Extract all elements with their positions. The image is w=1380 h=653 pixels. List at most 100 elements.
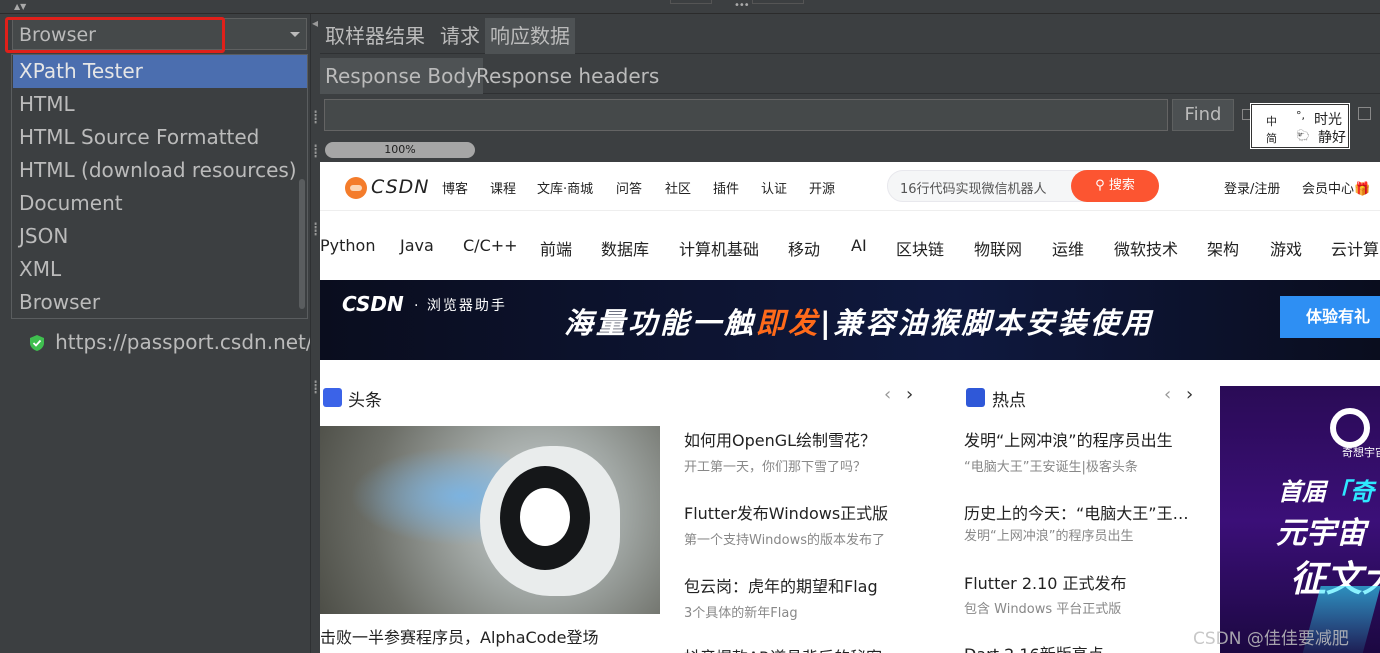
- tab-response-data[interactable]: 响应数据: [485, 18, 575, 54]
- headline-title[interactable]: 如何用OpenGL绘制雪花？: [684, 427, 876, 451]
- renderer-option[interactable]: JSON: [13, 220, 307, 253]
- panel-splitter[interactable]: ◂ ┋ ┋ ┋ ┋: [310, 14, 320, 653]
- member-center-link[interactable]: 会员中心🎁: [1302, 178, 1370, 197]
- category-link[interactable]: 架构: [1207, 236, 1239, 260]
- category-link[interactable]: 物联网: [974, 236, 1022, 260]
- renderer-option[interactable]: HTML: [13, 88, 307, 121]
- tab-request[interactable]: 请求: [435, 18, 485, 54]
- regex-checkbox[interactable]: [1358, 107, 1371, 120]
- banner-headline: 海量功能一触即发|兼容油猴脚本安装使用: [564, 300, 1154, 342]
- logo-text: CSDN: [371, 176, 430, 198]
- csdn-logo[interactable]: CSDN: [345, 176, 429, 199]
- category-link[interactable]: 运维: [1052, 236, 1084, 260]
- category-link[interactable]: 游戏: [1270, 236, 1302, 260]
- headline-title[interactable]: 包云岗：虎年的期望和Flag: [684, 573, 878, 597]
- search-button-label: 搜索: [1108, 178, 1135, 193]
- renderer-option[interactable]: Browser: [13, 286, 307, 319]
- ad-line: 元宇宙: [1276, 516, 1366, 551]
- toolbar-remnant: [670, 0, 712, 4]
- ime-skin-text: 时光: [1314, 112, 1342, 128]
- category-link[interactable]: 移动: [788, 236, 820, 260]
- tab-response-headers[interactable]: Response headers: [471, 58, 664, 94]
- promo-banner[interactable]: CSDN · 浏览器助手 海量功能一触即发|兼容油猴脚本安装使用 体验有礼: [320, 280, 1380, 360]
- hero-caption[interactable]: 击败一半参赛程序员，AlphaCode登场: [320, 624, 598, 648]
- find-button[interactable]: Find: [1172, 99, 1234, 131]
- splitter-arrow-icon[interactable]: ◂: [312, 16, 318, 30]
- renderer-option[interactable]: Document: [13, 187, 307, 220]
- hero-image[interactable]: [320, 426, 660, 614]
- chevron-left-icon[interactable]: ‹: [884, 384, 891, 405]
- hot-sub: “电脑大王”王安诞生|极客头条: [964, 460, 1138, 475]
- nav-link[interactable]: 博客: [442, 178, 468, 197]
- category-link[interactable]: 前端: [540, 236, 572, 260]
- banner-headline-highlight: 即发: [756, 306, 821, 340]
- hot-title: 热点: [992, 391, 1026, 411]
- renderer-option[interactable]: XPath Tester: [13, 55, 307, 88]
- hot-title-item[interactable]: Flutter 2.10 正式发布: [964, 570, 1127, 594]
- nav-link[interactable]: 社区: [665, 178, 691, 197]
- category-link[interactable]: AI: [851, 236, 867, 255]
- category-link[interactable]: 计算机基础: [679, 236, 759, 260]
- hot-title-item[interactable]: Dart 2.16新版亮点: [964, 641, 1104, 653]
- category-link[interactable]: 区块链: [896, 236, 944, 260]
- dropdown-scrollbar[interactable]: [299, 179, 305, 309]
- hot-title-item[interactable]: 发明“上网冲浪”的程序员出生: [964, 427, 1173, 451]
- load-progress-bar: 100%: [325, 142, 475, 158]
- ime-emoji-icon[interactable]: 🐑: [1296, 129, 1310, 142]
- drag-grip-icon[interactable]: •••: [734, 0, 750, 11]
- search-placeholder: 16行代码实现微信机器人: [900, 182, 1047, 197]
- browser-viewport: CSDN 博客 课程 文库·商城 问答 社区 插件 认证 开源 16行代码实现微…: [320, 162, 1380, 653]
- result-tree-item[interactable]: https://passport.csdn.net/ac: [30, 330, 312, 356]
- banner-headline-part: |兼容油猴脚本安装使用: [820, 306, 1154, 340]
- nav-link[interactable]: 文库·商城: [537, 178, 593, 197]
- banner-logo: CSDN: [342, 292, 404, 316]
- collapse-arrows-icon[interactable]: ▲▼: [14, 2, 26, 11]
- chevron-down-icon[interactable]: [290, 32, 300, 37]
- nav-link[interactable]: 开源: [809, 178, 835, 197]
- site-search-button[interactable]: ⚲ 搜索: [1071, 170, 1159, 202]
- chevron-right-icon[interactable]: ›: [906, 384, 913, 405]
- chevron-left-icon[interactable]: ‹: [1164, 384, 1171, 405]
- renderer-option[interactable]: HTML (download resources): [13, 154, 307, 187]
- ad-logo-icon: [1330, 408, 1370, 448]
- headline-title[interactable]: 抖音爆款AR道具背后的秘密: [684, 644, 882, 653]
- category-link[interactable]: Java: [400, 236, 434, 255]
- splitter-mark: ┋: [312, 144, 320, 158]
- banner-cta-button[interactable]: 体验有礼: [1280, 296, 1380, 338]
- category-link[interactable]: 微软技术: [1114, 236, 1178, 260]
- banner-subtitle: · 浏览器助手: [414, 298, 507, 314]
- chevron-right-icon[interactable]: ›: [1186, 384, 1193, 405]
- tab-response-body[interactable]: Response Body: [320, 58, 483, 94]
- nav-link[interactable]: 问答: [616, 178, 642, 197]
- headlines-title: 头条: [348, 391, 382, 411]
- renderer-option[interactable]: HTML Source Formatted: [13, 121, 307, 154]
- category-link[interactable]: Python: [320, 236, 375, 255]
- hot-title-item[interactable]: 历史上的今天：“电脑大王”王…: [964, 500, 1189, 524]
- ime-punct[interactable]: °,: [1296, 109, 1305, 122]
- ime-toolbar[interactable]: 中 °, 简 🐑 时光 静好: [1250, 103, 1350, 149]
- category-link[interactable]: C/C++: [463, 236, 518, 255]
- tab-sampler-result[interactable]: 取样器结果: [320, 18, 430, 54]
- renderer-option[interactable]: XML: [13, 253, 307, 286]
- side-ad[interactable]: 奇想宇宙 首届「奇 元宇宙 征文大: [1220, 386, 1380, 653]
- category-link[interactable]: 云计算: [1331, 236, 1379, 260]
- ad-line-highlight: 「奇: [1326, 478, 1374, 506]
- find-input[interactable]: [324, 99, 1168, 131]
- splitter-mark: ┋: [312, 222, 320, 236]
- nav-link[interactable]: 认证: [761, 178, 787, 197]
- gift-icon: 🎁: [1354, 182, 1371, 197]
- login-link[interactable]: 登录/注册: [1224, 178, 1280, 197]
- ad-line-part: 首届: [1278, 478, 1326, 506]
- hot-sub: 包含 Windows 平台正式版: [964, 602, 1122, 617]
- ime-simplified[interactable]: 简: [1266, 130, 1277, 146]
- nav-link[interactable]: 课程: [490, 178, 516, 197]
- category-link[interactable]: 数据库: [601, 236, 649, 260]
- headline-title[interactable]: Flutter发布Windows正式版: [684, 500, 888, 524]
- headline-sub: 第一个支持Windows的版本发布了: [684, 533, 886, 548]
- ime-lang[interactable]: 中: [1266, 113, 1277, 129]
- response-tabs: Response Body Response headers: [320, 56, 1380, 94]
- nav-link[interactable]: 插件: [713, 178, 739, 197]
- ad-line: 首届「奇: [1278, 472, 1374, 507]
- hot-sub: 发明“上网冲浪”的程序员出生: [964, 529, 1134, 544]
- header-divider: [320, 210, 1380, 211]
